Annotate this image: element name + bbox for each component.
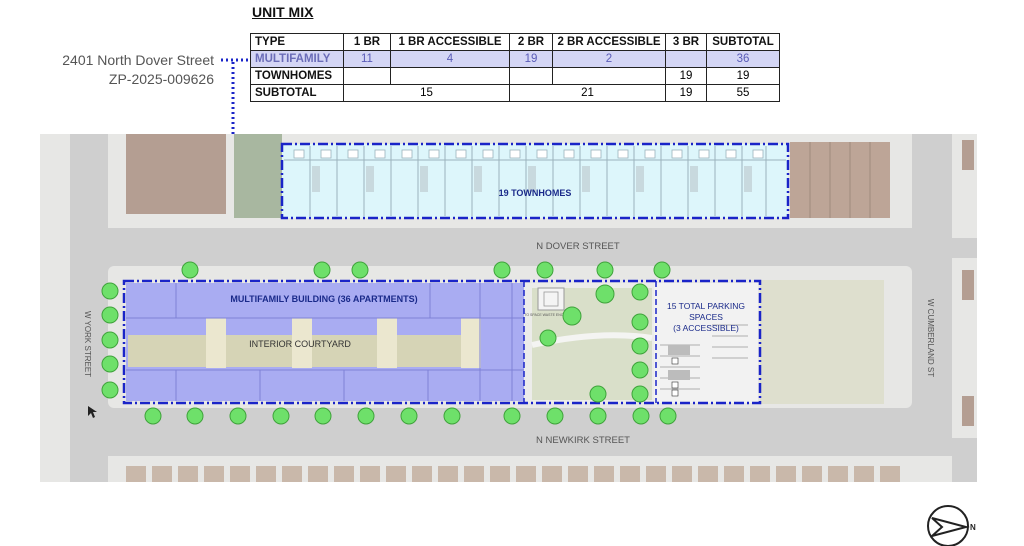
north-arrow-icon: N: [927, 505, 976, 546]
vacant-lot: [760, 280, 884, 404]
townhomes-label: 19 TOWNHOMES: [499, 188, 572, 198]
parking-label-2: SPACES: [689, 312, 723, 322]
w-cumberland-street-label: W CUMBERLAND ST: [926, 299, 935, 377]
parking-label-1: 15 TOTAL PARKING: [667, 301, 745, 311]
n-newkirk-street-label: N NEWKIRK STREET: [536, 435, 630, 446]
waste-enclosure: [537, 287, 565, 311]
courtyard-label: INTERIOR COURTYARD: [249, 339, 351, 349]
north-label: N: [970, 523, 976, 532]
n-dover-street-label: N DOVER STREET: [536, 241, 620, 252]
townhomes-block: [280, 142, 790, 220]
parking-label-3: (3 ACCESSIBLE): [673, 323, 739, 333]
north-lot-green: [234, 134, 282, 218]
site-plan-map: 19 TOWNHOMES N DOVER STREET MULTIFAMILY …: [40, 58, 977, 546]
multifamily-label: MULTIFAMILY BUILDING (36 APARTMENTS): [230, 294, 417, 304]
north-lot-left: [126, 134, 226, 214]
north-lot-right: [790, 142, 890, 218]
left-sidewalk: [40, 134, 70, 482]
w-york-street-label: W YORK STREET: [83, 311, 92, 377]
